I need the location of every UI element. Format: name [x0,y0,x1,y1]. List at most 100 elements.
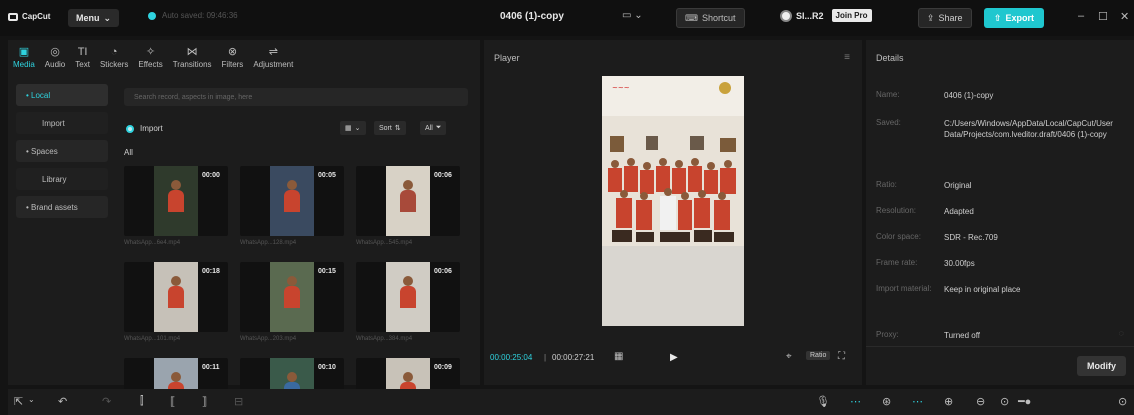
details-title: Details [876,53,904,63]
clip-preview-image [270,358,314,392]
tab-media[interactable]: ▣ Media [8,40,40,76]
join-pro-button[interactable]: Join Pro [831,9,872,22]
detail-row: Frame rate: 30.00fps [876,258,1124,269]
zoom-fit-icon[interactable]: ⊙ [1000,395,1009,408]
media-clip-thumbnail[interactable]: 00:15 [240,262,344,332]
media-clip-thumbnail[interactable]: 00:06 [356,262,460,332]
detail-key: Color space: [876,232,921,241]
split-left-icon[interactable]: ⟦ [170,395,175,408]
grid-icon: ▦ [345,125,352,132]
sort-icon: ⇅ [394,125,401,132]
import-button[interactable]: Import [126,124,163,133]
media-clip-thumbnail[interactable]: 00:11 [124,358,228,392]
total-time: 00:00:27:21 [552,353,595,362]
clip-preview-image [154,262,198,332]
chevron-down-icon[interactable]: ⌄ [28,395,35,404]
sort-button[interactable]: Sort ⇅ [374,121,406,135]
tab-filters[interactable]: ⊗ Filters [217,40,249,76]
settings-icon[interactable]: ⊙ [1118,395,1127,408]
detail-key: Name: [876,90,900,99]
detail-row: Proxy: Turned off [876,330,1124,341]
detail-key: Proxy: [876,330,899,339]
tab-label: Text [75,60,90,69]
detail-key: Saved: [876,118,901,127]
zoom-out-icon[interactable]: ⊖ [976,395,985,408]
tab-effects[interactable]: ✧ Effects [133,40,167,76]
share-button[interactable]: ⇪ Share [918,8,972,28]
tab-label: Audio [44,60,66,69]
linkage-icon[interactable]: ⋯ [912,395,923,408]
menu-button[interactable]: Menu ⌄ [68,9,120,27]
main-track-magnet-icon[interactable]: ⋯ [850,395,861,408]
video-preview[interactable]: ~~~ [602,76,744,326]
shortcut-button[interactable]: ⌨ Shortcut [676,8,745,28]
filter-icon: ⏷ [435,124,442,131]
detail-row: Saved: C:/Users/Windows/AppData/Local/Cap… [876,118,1124,140]
clip-preview-image [386,358,430,392]
tab-label: Filters [221,60,244,69]
timecode-settings-icon[interactable]: ▦ [614,351,623,362]
maximize-icon[interactable]: ☐ [1098,10,1108,23]
media-clip-thumbnail[interactable]: 00:10 [240,358,344,392]
detail-value: C:/Users/Windows/AppData/Local/CapCut/Us… [944,119,1113,139]
filter-button[interactable]: All ⏷ [420,121,447,135]
export-icon: ⇧ [994,12,1002,23]
clip-preview-image [386,262,430,332]
tab-label: Adjustment [253,60,294,69]
search-input[interactable]: Search record, aspects in image, here [124,88,468,106]
layout-icon[interactable]: ▭ ⌄ [622,10,643,21]
play-button[interactable]: ▶ [670,352,678,363]
undo-icon[interactable]: ↶ [58,395,67,408]
media-clip-thumbnail[interactable]: 00:00 [124,166,228,236]
crop-icon[interactable]: ⌖ [786,351,792,362]
microphone-icon[interactable]: 🎙 [816,395,830,408]
fullscreen-icon[interactable]: ⛶ [838,351,845,362]
shortcut-label: Shortcut [702,13,736,23]
tool-tabs: ▣ Media ◎ Audio TI Text ◔ Stickers ✧ Effects ⋈ Tran… [8,40,480,76]
minimize-icon[interactable]: – [1078,10,1084,22]
project-title[interactable]: 0406 (1)-copy [500,11,564,22]
ratio-button[interactable]: Ratio [806,351,831,360]
close-icon[interactable]: ✕ [1120,10,1129,23]
text-icon: TI [77,46,88,58]
select-tool-icon[interactable]: ⇱ [14,395,23,408]
time-separator: | [544,353,547,362]
info-icon[interactable]: ◌ [1119,328,1124,338]
import-label: Import [140,124,163,133]
export-label: Export [1005,13,1035,23]
media-clip-thumbnail[interactable]: 00:06 [356,166,460,236]
export-button[interactable]: ⇧ Export [984,8,1045,28]
preview-axis-icon[interactable]: ⊕ [944,395,953,408]
modify-button[interactable]: Modify [1077,356,1126,376]
redo-icon[interactable]: ↷ [102,395,111,408]
auto-snap-icon[interactable]: ⊛ [882,395,891,408]
sidebar-item-spaces[interactable]: • Spaces [16,140,108,162]
split-right-icon[interactable]: ⟧ [202,395,207,408]
detail-key: Resolution: [876,206,917,215]
clip-preview-image [270,262,314,332]
media-content: Search record, aspects in image, here Im… [120,80,476,392]
timeline-toolbar: ⇱ ⌄ ↶ ↷ ⫿ ⟦ ⟧ ⊟ 🎙 ⋯ ⊛ ⋯ ⊕ ⊖ ⊙ ━● ⊙ [8,389,1134,415]
tab-adjustment[interactable]: ⇌ Adjustment [248,40,298,76]
delete-icon[interactable]: ⊟ [234,395,243,408]
sidebar-item-import[interactable]: Import [16,112,108,134]
menu-icon[interactable]: ≡ [844,52,850,63]
clip-duration: 00:18 [202,268,220,275]
zoom-slider[interactable]: ━● [1018,395,1031,408]
detail-value: Turned off [944,331,981,340]
user-account[interactable]: SI...R2 Join Pro [780,9,872,22]
details-panel: Details Name: 0406 (1)-copy Saved: C:/Users… [866,40,1134,385]
autosave-text: Auto saved: 09:46:36 [162,11,238,20]
media-clip-thumbnail[interactable]: 00:05 [240,166,344,236]
tab-transitions[interactable]: ⋈ Transitions [168,40,217,76]
view-mode-dropdown[interactable]: ▦ ⌄ [340,121,366,135]
media-clip-thumbnail[interactable]: 00:09 [356,358,460,392]
tab-stickers[interactable]: ◔ Stickers [95,40,133,76]
sidebar-item-brand-assets[interactable]: • Brand assets [16,196,108,218]
split-icon[interactable]: ⫿ [140,395,144,408]
tab-audio[interactable]: ◎ Audio [40,40,70,76]
sidebar-item-library[interactable]: Library [16,168,108,190]
sidebar-item-local[interactable]: • Local [16,84,108,106]
tab-text[interactable]: TI Text [70,40,95,76]
media-clip-thumbnail[interactable]: 00:18 [124,262,228,332]
